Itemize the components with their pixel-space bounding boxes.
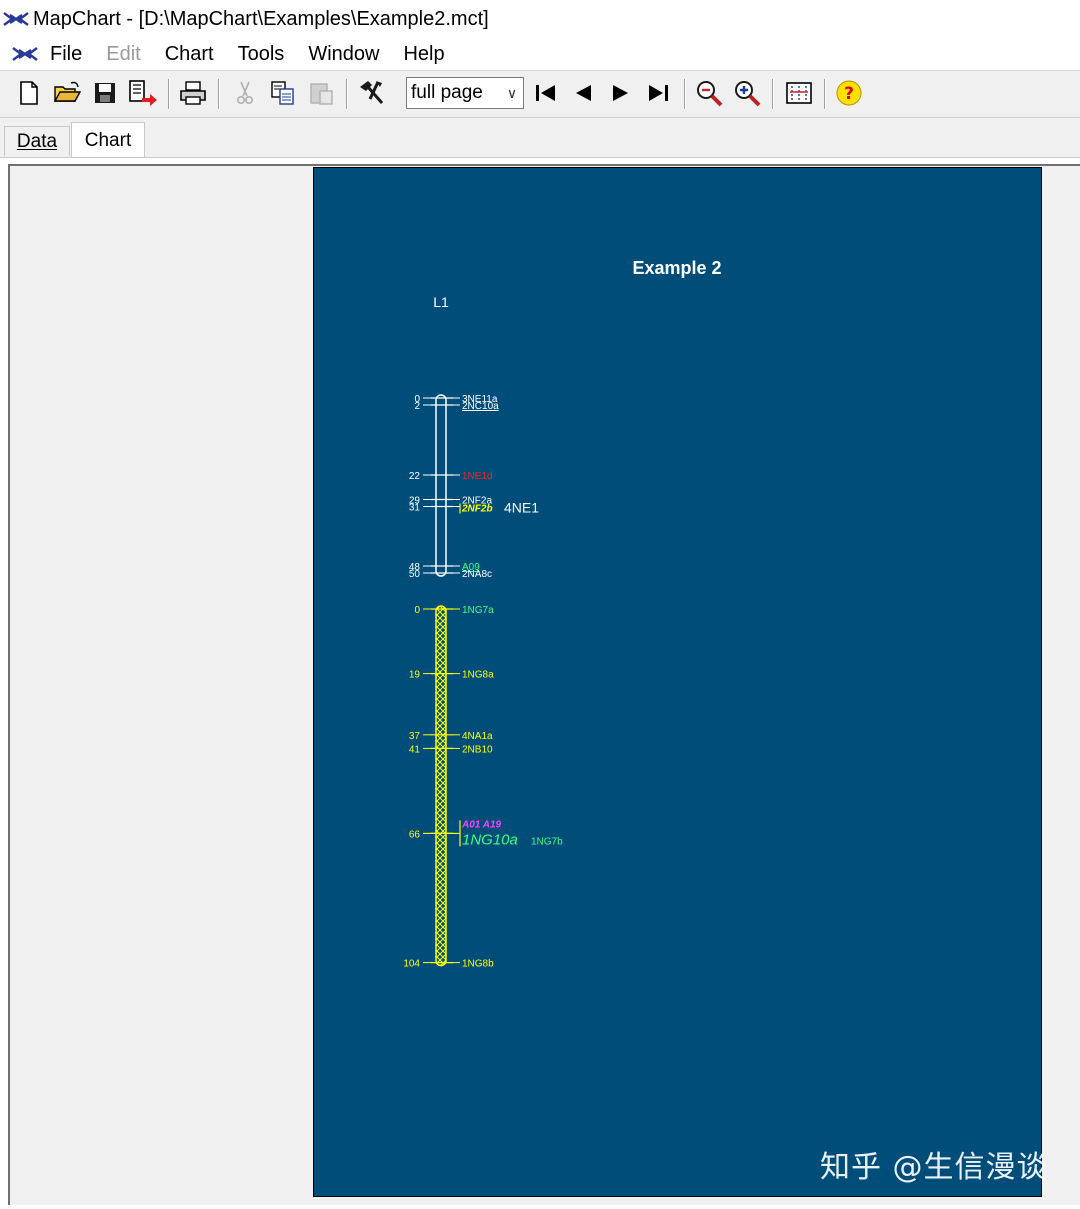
menu-bar: File Edit Chart Tools Window Help: [0, 38, 1080, 70]
chevron-down-icon[interactable]: ∨: [501, 85, 523, 102]
zoom-value: full page: [411, 82, 483, 103]
marker-group-label: 4NE1: [504, 500, 539, 516]
page-setup-icon[interactable]: [784, 78, 814, 108]
last-page-icon[interactable]: [644, 78, 674, 108]
marker-name: 2NC10a: [462, 401, 499, 412]
marker-name: 2NF2b: [461, 504, 493, 515]
chart-title: Example 2: [632, 258, 721, 278]
marker-name: 1NG7a: [462, 605, 494, 616]
marker-name: 2NA8c: [462, 569, 492, 580]
marker-name: 1NG7b: [531, 836, 563, 847]
next-page-icon[interactable]: [606, 78, 636, 108]
marker-position: 104: [403, 959, 420, 970]
toolbar: full page ∨ ?: [0, 70, 1080, 118]
zoom-select[interactable]: full page ∨: [406, 77, 524, 109]
marker-name: 1NG8a: [462, 670, 494, 681]
watermark: 知乎 @生信漫谈: [820, 1150, 1048, 1185]
marker-name: 4NA1a: [462, 731, 493, 742]
copy-icon[interactable]: [268, 78, 298, 108]
zoom-out-icon[interactable]: [694, 78, 724, 108]
first-page-icon[interactable]: [530, 78, 560, 108]
window-title: MapChart - [D:\MapChart\Examples\Example…: [33, 7, 489, 30]
zoom-in-icon[interactable]: [732, 78, 762, 108]
chart-page: Example 2 L1 0 3NE11a 2 2NC10a 22 1NE1d 29 2NF2…: [313, 167, 1042, 1197]
menu-edit: Edit: [106, 42, 141, 65]
tab-data-label: Data: [16, 130, 58, 152]
chromosome-bar-2: [435, 605, 447, 967]
mdi-child-icon[interactable]: [10, 45, 40, 63]
paste-icon: [306, 78, 336, 108]
marker-position: 50: [409, 569, 421, 580]
marker-position: 31: [409, 503, 421, 514]
marker-position: 41: [409, 744, 421, 755]
new-file-icon[interactable]: [14, 78, 44, 108]
marker-position: 0: [414, 605, 420, 616]
tools-icon[interactable]: [356, 78, 386, 108]
menu-window[interactable]: Window: [308, 43, 379, 66]
cut-icon: [230, 78, 260, 108]
marker-position: 37: [409, 731, 421, 742]
marker-position: 66: [409, 829, 421, 840]
marker-name: 1NG10a: [462, 831, 518, 848]
menu-chart[interactable]: Chart: [165, 43, 214, 66]
tab-chart[interactable]: Chart: [71, 122, 145, 158]
open-folder-icon[interactable]: [52, 78, 82, 108]
group-label: L1: [433, 294, 449, 310]
tab-chart-label: Chart: [84, 129, 132, 151]
menu-tools[interactable]: Tools: [238, 43, 285, 66]
chromosome-bar-1: [435, 394, 447, 577]
print-icon[interactable]: [178, 78, 208, 108]
tab-bar: Data Chart: [0, 118, 1080, 158]
help-icon[interactable]: ?: [834, 78, 864, 108]
marker-position: 19: [409, 670, 421, 681]
marker-position: 2: [414, 401, 420, 412]
linkage-map-chart: Example 2 L1 0 3NE11a2 2NC10a22 1NE1d29 2NF2…: [403, 258, 721, 970]
title-bar: MapChart - [D:\MapChart\Examples\Example…: [0, 0, 1080, 38]
tab-divider: [0, 157, 1080, 158]
marker-name: 2NB10: [462, 744, 493, 755]
marker-name: 1NE1d: [462, 471, 493, 482]
export-icon[interactable]: [128, 78, 158, 108]
svg-text:?: ?: [844, 84, 854, 104]
marker-name: 1NG8b: [462, 959, 494, 970]
mapchart-icon: [3, 12, 29, 26]
save-icon[interactable]: [90, 78, 120, 108]
menu-help[interactable]: Help: [403, 43, 444, 66]
marker-position: 22: [409, 471, 421, 482]
prev-page-icon[interactable]: [568, 78, 598, 108]
menu-file[interactable]: File: [50, 43, 82, 66]
tab-data[interactable]: Data: [4, 126, 70, 156]
marker-name: A01 A19: [461, 819, 502, 830]
